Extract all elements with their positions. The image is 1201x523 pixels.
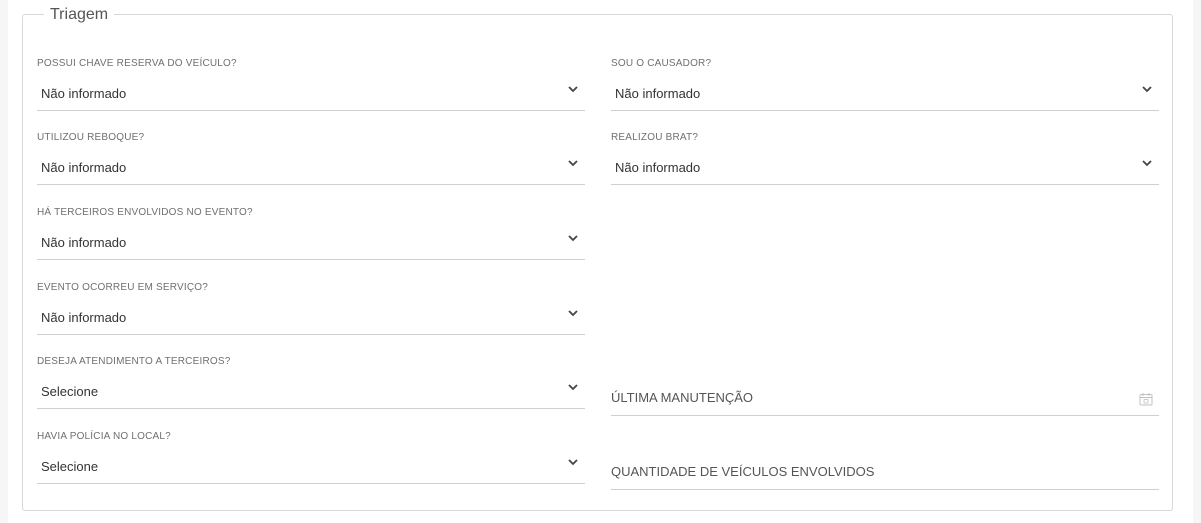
select-value: Não informado — [41, 86, 127, 101]
field-label: REALIZOU BRAT? — [611, 132, 699, 143]
policia-select[interactable]: Selecione — [37, 450, 585, 484]
chave-reserva-select[interactable]: Não informado — [37, 77, 585, 111]
select-value: Não informado — [41, 160, 127, 175]
chevron-down-icon — [568, 384, 578, 391]
quantidade-veiculos-placeholder: QUANTIDADE DE VEÍCULOS ENVOLVIDOS — [611, 464, 875, 479]
calendar-icon[interactable] — [1139, 392, 1153, 406]
chevron-down-icon — [1142, 160, 1152, 167]
section-title: Triagem — [44, 6, 115, 24]
field-chave-reserva: POSSUI CHAVE RESERVA DO VEÍCULO? Não inf… — [37, 58, 585, 118]
field-label: SOU O CAUSADOR? — [611, 58, 712, 69]
chevron-down-icon — [568, 310, 578, 317]
field-label: DESEJA ATENDIMENTO A TERCEIROS? — [37, 356, 231, 367]
servico-select[interactable]: Não informado — [37, 301, 585, 335]
select-value: Não informado — [41, 310, 127, 325]
chevron-down-icon — [568, 86, 578, 93]
select-value: Não informado — [615, 86, 701, 101]
chevron-down-icon — [568, 160, 578, 167]
field-label: EVENTO OCORREU EM SERVIÇO? — [37, 282, 208, 293]
field-servico: EVENTO OCORREU EM SERVIÇO? Não informado — [37, 282, 585, 342]
chevron-down-icon — [568, 235, 578, 242]
select-value: Selecione — [41, 384, 99, 399]
field-label: POSSUI CHAVE RESERVA DO VEÍCULO? — [37, 58, 237, 69]
field-policia: HAVIA POLÍCIA NO LOCAL? Selecione — [37, 431, 585, 491]
field-label: HAVIA POLÍCIA NO LOCAL? — [37, 431, 171, 442]
ultima-manutencao-input[interactable]: ÚLTIMA MANUTENÇÃO — [611, 380, 1159, 416]
field-label: UTILIZOU REBOQUE? — [37, 132, 145, 143]
reboque-select[interactable]: Não informado — [37, 151, 585, 185]
select-value: Não informado — [41, 235, 127, 250]
quantidade-veiculos-input[interactable]: QUANTIDADE DE VEÍCULOS ENVOLVIDOS — [611, 454, 1159, 490]
field-atendimento-terceiros: DESEJA ATENDIMENTO A TERCEIROS? Selecion… — [37, 356, 585, 416]
field-causador: SOU O CAUSADOR? Não informado — [611, 58, 1159, 118]
atendimento-terceiros-select[interactable]: Selecione — [37, 375, 585, 409]
brat-select[interactable]: Não informado — [611, 151, 1159, 185]
chevron-down-icon — [568, 459, 578, 466]
select-value: Não informado — [615, 160, 701, 175]
chevron-down-icon — [1142, 86, 1152, 93]
ultima-manutencao-placeholder: ÚLTIMA MANUTENÇÃO — [611, 390, 754, 405]
field-terceiros: HÁ TERCEIROS ENVOLVIDOS NO EVENTO? Não i… — [37, 207, 585, 267]
terceiros-select[interactable]: Não informado — [37, 226, 585, 260]
causador-select[interactable]: Não informado — [611, 77, 1159, 111]
field-brat: REALIZOU BRAT? Não informado — [611, 132, 1159, 192]
select-value: Selecione — [41, 459, 99, 474]
field-reboque: UTILIZOU REBOQUE? Não informado — [37, 132, 585, 192]
field-label: HÁ TERCEIROS ENVOLVIDOS NO EVENTO? — [37, 207, 253, 218]
